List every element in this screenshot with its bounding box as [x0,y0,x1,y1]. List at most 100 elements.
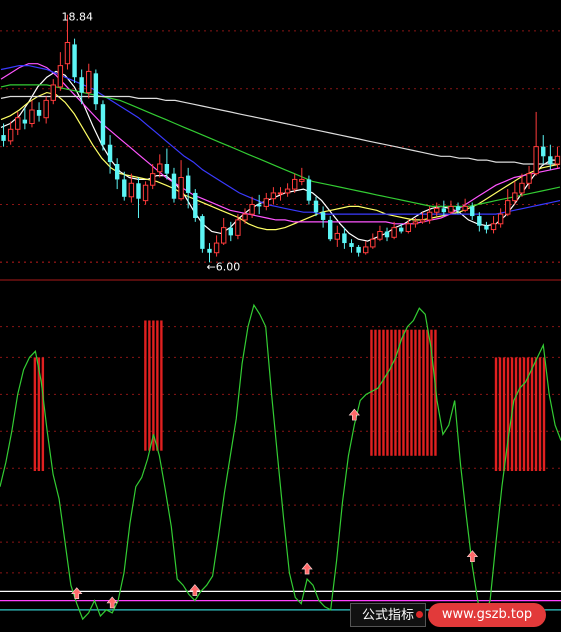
candle-body [1,135,6,141]
indicator-bar [518,357,522,472]
indicator-bar [394,329,397,456]
indicator-bar [522,357,526,472]
indicator-bar [33,357,37,472]
candle-body [149,173,156,186]
candle-body [412,221,419,225]
candle-body [164,164,170,174]
candle-body [548,156,553,164]
watermark-url: www.gszb.top [428,603,546,627]
indicator-bar [144,320,147,451]
candle-body [356,246,361,253]
candle-body [7,128,14,142]
candle-body [200,216,205,249]
candle-body [334,232,341,240]
candle-body [434,207,440,213]
candle-body [313,200,319,213]
candle-body [292,178,298,190]
candle-body [349,243,354,247]
candle-body [263,198,269,207]
candle-body [391,227,397,238]
candle-body [185,175,191,193]
candle-body [142,184,149,202]
candle-body [455,206,461,211]
indicator-bar [506,357,510,472]
candle-body [284,188,291,194]
candle-body [512,192,518,202]
indicator-bar [426,329,429,456]
indicator-bar [494,357,498,472]
indicator-bar [148,320,151,451]
candle-body [299,178,305,182]
indicator-bar [422,329,425,456]
indicator-bar [502,357,506,472]
candle-body [419,219,426,223]
chart-background [0,0,561,632]
candle-body [93,73,99,105]
candle-body [526,173,532,184]
candle-body [405,223,412,233]
candle-body [122,179,127,197]
candle-body [220,227,227,244]
candle-body [470,206,475,217]
candle-body [370,238,376,248]
candle-body [448,205,454,213]
candle-body [277,192,284,195]
watermark: 公式指标 www.gszb.top [350,603,550,627]
candle-body [533,146,539,175]
candle-body [363,246,369,254]
candle [72,38,77,83]
candle-body [328,219,333,240]
indicator-bar [152,320,155,451]
candle-body [213,242,220,254]
candle-body [490,223,497,231]
candle-body [22,119,28,124]
indicator-bar [538,357,542,472]
indicator-bar [414,329,417,456]
candle-body [72,44,77,78]
watermark-dot [416,611,423,618]
candle [93,69,99,110]
indicator-bar [370,329,373,456]
candle-body [157,163,163,173]
candle-body [43,99,49,119]
candle [100,100,106,151]
candle [142,181,149,205]
candle-body [342,233,347,244]
candle-body [426,211,433,221]
indicator-bar [390,329,393,456]
indicator-bar [382,329,385,456]
candle-body [15,117,21,130]
indicator-bar [406,329,409,456]
candle-body [193,192,198,218]
candle-body [320,212,326,220]
candle-body [505,200,511,215]
low-annotation: ←6.00 [206,260,240,273]
candle-body [242,213,248,221]
candle-body [100,104,106,145]
indicator-bar [534,357,538,472]
candle-body [484,225,489,230]
indicator-bar [418,329,421,456]
candle [200,214,205,253]
candle-body [114,164,120,180]
indicator-bar [402,329,405,456]
candle-body [50,84,56,101]
candle-body [384,231,390,238]
candle-body [306,179,312,201]
candle-body [377,231,383,240]
candle-body [29,109,35,124]
candle-body [270,192,277,200]
high-annotation: 18.84 [61,11,92,24]
indicator-bar [378,329,381,456]
candle-body [136,183,141,199]
candle-body [64,42,71,65]
candle-body [36,110,42,116]
indicator-bar [156,320,159,451]
candle-body [171,173,177,199]
candle-body [497,213,504,225]
indicator-bar [41,357,45,472]
candle-body [79,77,84,93]
candle-body [57,65,64,88]
indicator-bar [386,329,389,456]
candle-body [107,144,113,163]
